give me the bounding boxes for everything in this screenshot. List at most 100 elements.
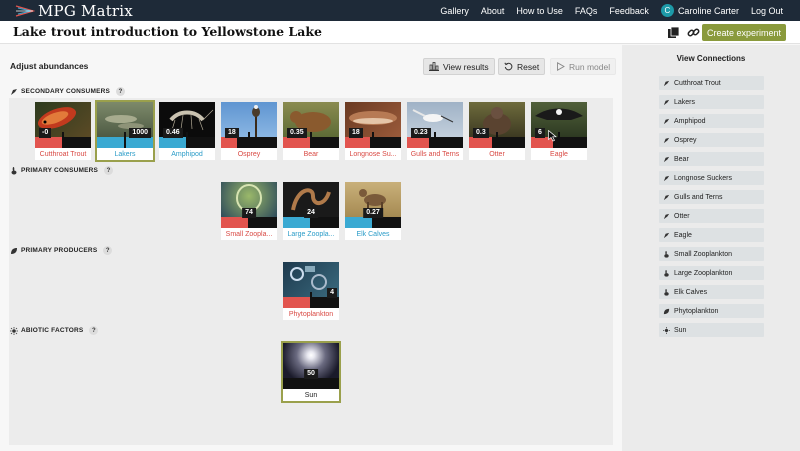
connection-item[interactable]: Otter	[659, 209, 764, 223]
leaf-icon	[11, 247, 17, 254]
card-cutthroat-trout[interactable]: -0 Cutthroat Trout	[35, 102, 91, 160]
card-phytoplankton[interactable]: 4 Phytoplankton	[283, 262, 339, 320]
abundance-bar[interactable]	[407, 132, 463, 148]
connection-label: Eagle	[674, 231, 692, 239]
predator-icon	[11, 88, 17, 95]
card-longnose-suckers[interactable]: 18 Longnose Su...	[345, 102, 401, 160]
abundance-bar[interactable]	[35, 132, 91, 148]
baseline-tick	[124, 132, 126, 148]
abundance-fill	[407, 137, 429, 148]
reset-button[interactable]: Reset	[498, 58, 546, 75]
copy-icon[interactable]	[667, 26, 680, 39]
abundance-bar[interactable]	[283, 212, 339, 228]
card-eagle[interactable]: 6 Eagle	[531, 102, 587, 160]
abundance-fill	[345, 217, 372, 228]
connection-item[interactable]: Cutthroat Trout	[659, 76, 764, 90]
abundance-bar[interactable]	[283, 373, 339, 389]
rabbit-icon	[664, 250, 669, 258]
run-model-label: Run model	[569, 61, 611, 72]
help-icon[interactable]: ?	[116, 87, 126, 96]
connection-item[interactable]: Small Zooplankton	[659, 247, 764, 261]
abundance-value: 18	[225, 128, 239, 138]
run-model-button[interactable]: Run model	[550, 58, 617, 75]
nav-how-to-use[interactable]: How to Use	[516, 6, 563, 16]
section-abiotic-factors: ABIOTIC FACTORS ?	[10, 326, 99, 335]
card-osprey[interactable]: 18 Osprey	[221, 102, 277, 160]
predator-icon	[663, 80, 670, 86]
view-results-label: View results	[443, 61, 489, 72]
abundance-bar[interactable]	[531, 132, 587, 148]
connection-item[interactable]: Eagle	[659, 228, 764, 242]
abundance-value: 0.46	[163, 128, 183, 138]
abundance-fill	[345, 137, 370, 148]
nav-about[interactable]: About	[481, 6, 505, 16]
connection-item[interactable]: Lakers	[659, 95, 764, 109]
help-icon[interactable]: ?	[104, 166, 114, 175]
card-gulls-and-terns[interactable]: 0.23 Gulls and Terns	[407, 102, 463, 160]
card-label: Elk Calves	[356, 231, 390, 238]
card-large-zooplankton[interactable]: 24 Large Zoopla...	[283, 182, 339, 240]
connection-item[interactable]: Osprey	[659, 133, 764, 147]
help-icon[interactable]: ?	[89, 326, 99, 335]
abundance-bar[interactable]	[283, 292, 339, 308]
abundance-bar[interactable]	[469, 132, 525, 148]
connection-item[interactable]: Longnose Suckers	[659, 171, 764, 185]
nav-links: Gallery About How to Use FAQs Feedback C…	[428, 0, 783, 21]
connection-label: Small Zooplankton	[674, 250, 732, 258]
connection-item[interactable]: Bear	[659, 152, 764, 166]
nav-faqs[interactable]: FAQs	[575, 6, 598, 16]
card-label: Amphipod	[171, 151, 203, 158]
connection-label: Amphipod	[674, 117, 706, 125]
abundance-bar[interactable]	[345, 212, 401, 228]
connection-item[interactable]: Elk Calves	[659, 285, 764, 299]
logout-link[interactable]: Log Out	[751, 6, 783, 16]
connection-item[interactable]: Gulls and Terns	[659, 190, 764, 204]
abundance-value: -0	[39, 128, 52, 138]
abundance-value: 6	[535, 128, 545, 138]
abundance-bar[interactable]	[221, 212, 277, 228]
abundance-value: 4	[327, 288, 337, 298]
link-icon[interactable]	[687, 26, 700, 39]
abundance-value: 50	[304, 369, 318, 379]
predator-icon	[663, 156, 670, 162]
predator-icon	[663, 137, 670, 143]
card-sun[interactable]: 50 Sun	[281, 341, 341, 403]
card-small-zooplankton[interactable]: 74 Small Zooplа...	[221, 182, 277, 240]
abundance-bar[interactable]	[283, 132, 339, 148]
card-elk-calves[interactable]: 0.27 Elk Calves	[345, 182, 401, 240]
abundance-value: 74	[242, 208, 256, 218]
card-label: Eagle	[550, 151, 568, 158]
abundance-value: 0.23	[411, 128, 431, 138]
connection-item[interactable]: Sun	[659, 323, 764, 337]
nav-gallery[interactable]: Gallery	[440, 6, 469, 16]
brand[interactable]: MPG Matrix	[15, 2, 133, 20]
nav-feedback[interactable]: Feedback	[609, 6, 649, 16]
card-lakers[interactable]: 1000 Lakers	[95, 100, 155, 162]
abundance-bar[interactable]	[97, 132, 153, 148]
create-experiment-button[interactable]: Create experiment	[701, 24, 786, 41]
view-results-button[interactable]: View results	[423, 58, 495, 75]
card-otter[interactable]: 0.3 Otter	[469, 102, 525, 160]
connection-item[interactable]: Amphipod	[659, 114, 764, 128]
predator-icon	[663, 232, 670, 238]
reset-icon	[504, 62, 513, 71]
card-amphipod[interactable]: 0.46 Amphipod	[159, 102, 215, 160]
card-label: Osprey	[237, 151, 261, 158]
card-label: Small Zooplа...	[225, 231, 273, 238]
card-label: Longnose Su...	[349, 151, 397, 158]
help-icon[interactable]: ?	[103, 246, 113, 255]
card-label: Bear	[303, 151, 319, 158]
abundance-bar[interactable]	[159, 132, 215, 148]
abundance-bar[interactable]	[221, 132, 277, 148]
predator-icon	[663, 194, 670, 200]
connection-item[interactable]: Large Zooplankton	[659, 266, 764, 280]
baseline-tick	[310, 132, 312, 148]
connection-label: Gulls and Terns	[674, 193, 723, 201]
avatar[interactable]: C	[660, 4, 674, 17]
connections-title: View Connections	[676, 54, 746, 63]
abundance-bar[interactable]	[345, 132, 401, 148]
connection-item[interactable]: Phytoplankton	[659, 304, 764, 318]
card-bear[interactable]: 0.35 Bear	[283, 102, 339, 160]
user-name[interactable]: Caroline Carter	[678, 6, 739, 16]
predator-icon	[663, 118, 670, 124]
